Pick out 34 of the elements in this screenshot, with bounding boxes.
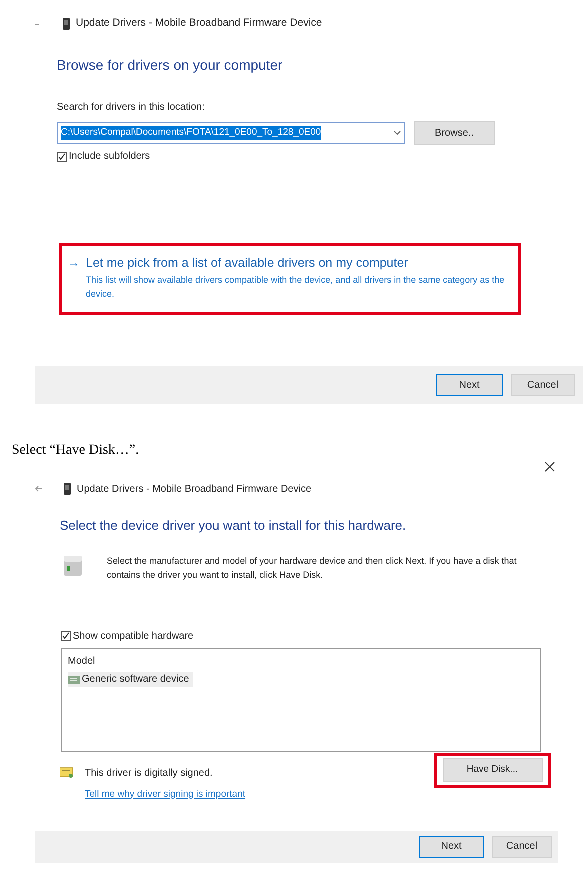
close-icon[interactable]	[545, 462, 555, 472]
browse-button[interactable]: Browse..	[414, 121, 495, 145]
pick-from-list-link[interactable]: → Let me pick from a list of available drivers on my computer This list will show available drivers compatible with the device, and all drivers in the same category as the device.	[59, 243, 521, 315]
hardware-icon	[62, 554, 84, 578]
checkbox[interactable]	[61, 631, 71, 641]
arrow-glyph: →	[68, 255, 80, 271]
checkbox-label: Show compatible hardware	[73, 630, 194, 644]
instruction-text: Select “Have Disk…”.	[12, 442, 140, 460]
checkbox-label: Include subfolders	[69, 150, 150, 164]
signed-status-text: This driver is digitally signed.	[85, 766, 213, 780]
column-header: Model	[68, 654, 96, 668]
dialog-heading: Browse for drivers on your computer	[57, 56, 284, 75]
window-title: Update Drivers - Mobile Broadband Firmware Device	[76, 16, 322, 32]
checkbox[interactable]	[57, 152, 67, 162]
dialog-button[interactable]: Next	[436, 374, 503, 396]
certificate-icon	[60, 767, 74, 779]
model-list-item[interactable]: Generic software device	[68, 672, 194, 687]
field-label: Search for drivers in this location:	[57, 101, 206, 115]
phone-icon	[63, 18, 70, 30]
model-list[interactable]: Model Generic software device	[61, 648, 541, 752]
signing-info-link[interactable]: Tell me why driver signing is important	[85, 788, 246, 802]
window-title: Update Drivers - Mobile Broadband Firmware Device	[77, 482, 312, 496]
dropdown-caret-icon	[394, 131, 401, 135]
phone-icon	[64, 483, 71, 495]
description-text: Select the manufacturer and model of your hardware device and then click Next. If you have a disk that contains the driver you want to install, click Have Disk.	[107, 554, 518, 582]
path-combobox[interactable]: C:\Users\Compal\Documents\FOTA\121_0E00_To_128_0E00	[57, 122, 405, 144]
dialog-button[interactable]: Cancel	[511, 374, 575, 396]
device-icon	[68, 674, 80, 684]
dialog-button[interactable]: Cancel	[492, 836, 552, 858]
dialog-button[interactable]: Next	[419, 836, 484, 858]
dialog-heading: Select the device driver you want to install for this hardware.	[60, 517, 408, 535]
option-title: Let me pick from a list of available drivers on my computer	[86, 255, 410, 271]
have-disk-button[interactable]: Have Disk...	[442, 758, 542, 782]
option-description: This list will show available drivers compatible with the device, and all drivers in the same category as the device.	[86, 274, 506, 301]
